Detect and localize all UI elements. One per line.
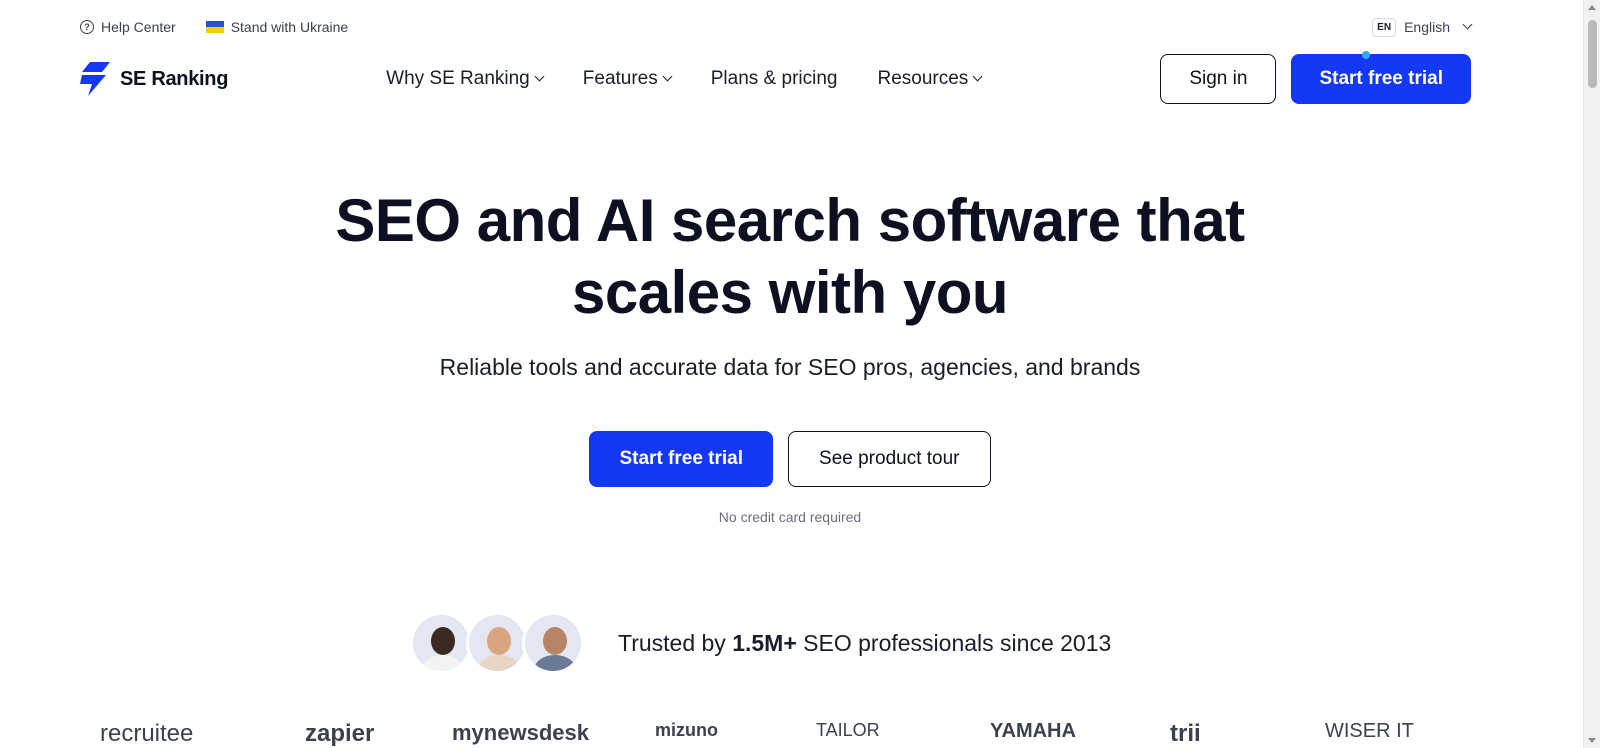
recruitee-logo: recruitee xyxy=(100,720,194,747)
wiser-it-logo: WISER IT xyxy=(1325,720,1414,742)
language-selector[interactable]: EN English xyxy=(1372,17,1473,37)
trusted-suffix: SEO professionals since 2013 xyxy=(803,629,1112,656)
nav-item-features[interactable]: Features xyxy=(582,68,673,90)
help-center-link[interactable]: ? Help Center xyxy=(80,19,176,35)
tailor-logo: TAILOR xyxy=(816,720,880,740)
ukraine-flag-icon xyxy=(205,21,224,33)
nav-item-plans-pricing[interactable]: Plans & pricing xyxy=(711,68,838,90)
logo[interactable]: SE Ranking xyxy=(80,62,228,96)
avatar-group xyxy=(410,612,584,674)
trusted-highlight: 1.5M+ xyxy=(732,629,797,656)
hero-subtitle: Reliable tools and accurate data for SEO… xyxy=(439,354,1141,380)
page: ? Help Center Stand with Ukraine EN Engl… xyxy=(0,0,1600,748)
sign-in-button[interactable]: Sign in xyxy=(1160,54,1277,104)
hero-buttons: Start free trial See product tour xyxy=(0,431,1580,487)
trusted-section: Trusted by 1.5M+ SEO professionals since… xyxy=(410,612,1111,674)
hero: SEO and AI search software that scales w… xyxy=(0,185,1580,525)
avatar xyxy=(522,612,584,674)
main-nav: SE Ranking Why SE Ranking Features Plans… xyxy=(80,51,1471,104)
nav-item-label: Resources xyxy=(877,68,969,89)
chevron-down-icon xyxy=(1462,19,1473,29)
nav-item-label: Plans & pricing xyxy=(710,68,838,89)
avatar xyxy=(466,612,528,674)
zapier-logo: zapier xyxy=(305,720,375,747)
nav-item-label: Why SE Ranking xyxy=(386,68,530,89)
nav-start-free-trial-button[interactable]: Start free trial xyxy=(1291,51,1471,104)
nav-item-label: Features xyxy=(582,68,658,89)
yamaha-logo: YAMAHA xyxy=(990,720,1076,742)
chevron-down-icon xyxy=(662,71,673,81)
language-label: English xyxy=(1404,19,1450,35)
scrollbar[interactable] xyxy=(1583,0,1600,748)
scroll-thumb[interactable] xyxy=(1588,20,1597,88)
no-credit-card-note: No credit card required xyxy=(718,509,862,525)
nav-actions: Sign in Start free trial xyxy=(1160,51,1471,104)
client-logos: recruitee zapier mynewsdesk mizuno TAILO… xyxy=(100,720,1500,748)
notification-dot xyxy=(1362,51,1371,59)
utility-links: ? Help Center Stand with Ukraine xyxy=(80,19,348,35)
stand-with-ukraine-link[interactable]: Stand with Ukraine xyxy=(205,19,349,35)
logo-text: SE Ranking xyxy=(120,67,229,90)
nav-item-why-se-ranking[interactable]: Why SE Ranking xyxy=(386,68,545,90)
hero-start-free-trial-button[interactable]: Start free trial xyxy=(589,431,774,487)
nav-item-resources[interactable]: Resources xyxy=(877,68,983,90)
trusted-text: Trusted by 1.5M+ SEO professionals since… xyxy=(618,630,1111,657)
mizuno-logo: mizuno xyxy=(655,720,718,740)
stand-with-ukraine-label: Stand with Ukraine xyxy=(230,19,349,35)
chevron-down-icon xyxy=(972,71,983,81)
utility-bar: ? Help Center Stand with Ukraine EN Engl… xyxy=(80,14,1473,40)
se-ranking-logo-icon xyxy=(80,62,110,96)
chevron-down-icon xyxy=(534,71,545,81)
nav-start-free-trial-label: Start free trial xyxy=(1319,68,1443,89)
scroll-up-arrow-icon[interactable] xyxy=(1588,5,1596,10)
see-product-tour-button[interactable]: See product tour xyxy=(788,431,991,487)
question-circle-icon: ? xyxy=(80,20,94,34)
language-code-badge: EN xyxy=(1372,17,1397,37)
trii-logo: trii xyxy=(1170,720,1201,747)
mynewsdesk-logo: mynewsdesk xyxy=(452,720,589,745)
nav-menu: Why SE Ranking Features Plans & pricing … xyxy=(386,68,983,90)
help-center-label: Help Center xyxy=(101,19,176,35)
scroll-down-arrow-icon[interactable] xyxy=(1588,738,1596,743)
hero-title: SEO and AI search software that scales w… xyxy=(335,187,1245,326)
trusted-prefix: Trusted by xyxy=(618,629,726,656)
avatar xyxy=(410,612,472,674)
